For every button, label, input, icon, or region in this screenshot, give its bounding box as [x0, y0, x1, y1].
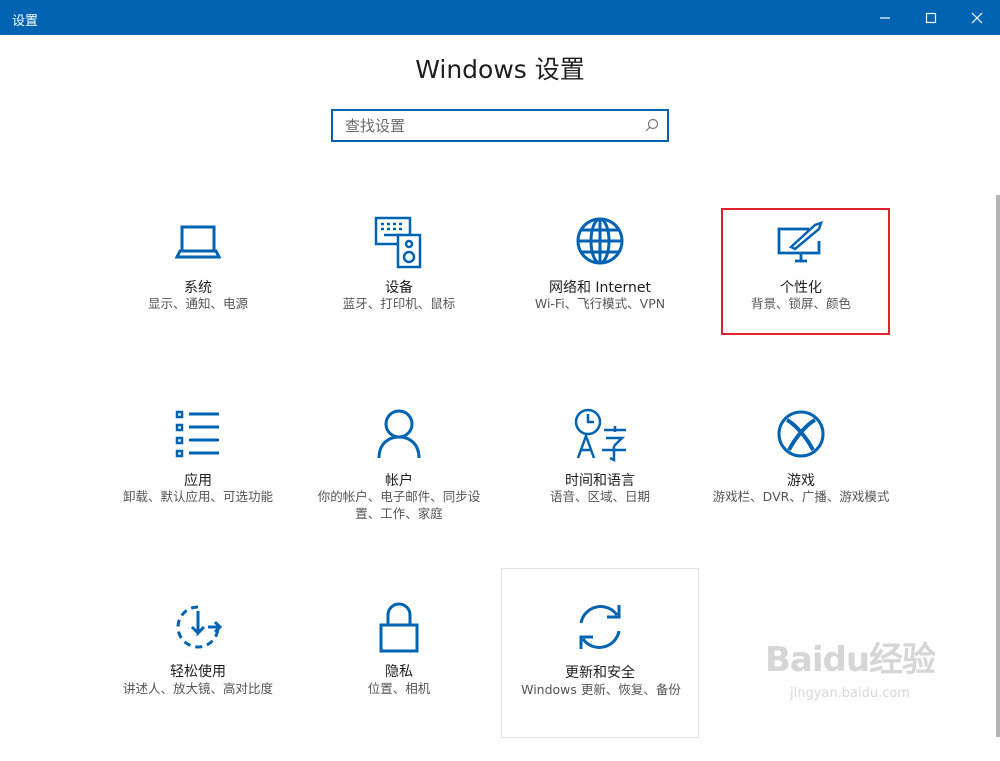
minimize-button[interactable]	[862, 0, 908, 35]
close-icon	[971, 12, 983, 23]
tile-description: 讲述人、放大镜、高对比度	[122, 681, 273, 696]
window-title: 设置	[12, 14, 39, 29]
search-icon[interactable]	[645, 118, 659, 132]
tile-label: 应用	[184, 473, 212, 489]
tile-label: 轻松使用	[170, 664, 226, 680]
tile-system[interactable]: 系统 显示、通知、电源	[99, 205, 297, 375]
search-input[interactable]	[343, 114, 637, 138]
laptop-icon	[174, 225, 222, 259]
tile-label: 网络和 Internet	[548, 280, 652, 296]
search-box[interactable]	[331, 109, 669, 142]
tile-label: 更新和安全	[565, 665, 635, 681]
xbox-icon	[777, 410, 825, 458]
tile-description: 蓝牙、打印机、鼠标	[342, 296, 456, 311]
tile-label: 系统	[184, 280, 212, 296]
tile-description: 位置、相机	[367, 681, 431, 696]
tile-label: 帐户	[385, 473, 413, 489]
sync-icon	[579, 605, 621, 649]
tile-personalization[interactable]: 个性化 背景、锁屏、颜色	[702, 205, 900, 375]
title-bar: 设置	[0, 0, 1000, 35]
watermark: Baidu经验 jingyan.baidu.com	[760, 632, 950, 717]
tile-update-security[interactable]: 更新和安全 Windows 更新、恢复、备份	[501, 568, 699, 738]
scrollbar[interactable]	[996, 195, 1000, 737]
tile-description: Windows 更新、恢复、备份	[521, 682, 681, 697]
tile-label: 设备	[385, 280, 413, 296]
devices-icon	[374, 216, 422, 269]
person-icon	[377, 409, 421, 459]
apps-list-icon	[175, 410, 219, 458]
time-language-icon	[574, 408, 626, 462]
lock-icon	[379, 602, 419, 653]
page-title: Windows 设置	[415, 55, 585, 84]
tile-description: 你的帐户、电子邮件、同步设置、工作、家庭	[317, 489, 481, 521]
globe-icon	[576, 217, 624, 265]
tile-network[interactable]: 网络和 Internet Wi-Fi、飞行模式、VPN	[501, 205, 699, 375]
tile-label: 游戏	[787, 473, 815, 489]
tile-accounts[interactable]: 帐户 你的帐户、电子邮件、同步设置、工作、家庭	[300, 398, 498, 568]
tile-description: 卸载、默认应用、可选功能	[122, 489, 273, 504]
maximize-icon	[925, 12, 937, 23]
tile-ease-of-access[interactable]: 轻松使用 讲述人、放大镜、高对比度	[99, 591, 297, 761]
tile-privacy[interactable]: 隐私 位置、相机	[300, 591, 498, 761]
watermark-url: jingyan.baidu.com	[790, 686, 910, 701]
tile-gaming[interactable]: 游戏 游戏栏、DVR、广播、游戏模式	[702, 398, 900, 568]
tile-devices[interactable]: 设备 蓝牙、打印机、鼠标	[300, 205, 498, 375]
ease-of-access-icon	[176, 605, 223, 649]
tile-description: 游戏栏、DVR、广播、游戏模式	[712, 489, 890, 504]
tile-apps[interactable]: 应用 卸载、默认应用、可选功能	[99, 398, 297, 568]
minimize-icon	[880, 16, 890, 19]
tile-description: 语音、区域、日期	[549, 489, 650, 504]
tile-label: 个性化	[780, 280, 822, 296]
tile-description: 背景、锁屏、颜色	[750, 296, 851, 311]
window-controls	[862, 0, 1000, 35]
tile-label: 时间和语言	[565, 473, 635, 489]
maximize-button[interactable]	[908, 0, 954, 35]
watermark-brand: Baidu经验	[765, 640, 936, 680]
tile-description: 显示、通知、电源	[147, 296, 248, 311]
close-button[interactable]	[954, 0, 1000, 35]
tile-description: Wi-Fi、飞行模式、VPN	[534, 296, 666, 311]
personalization-icon	[777, 221, 823, 263]
tile-time-language[interactable]: 时间和语言 语音、区域、日期	[501, 398, 699, 568]
tile-label: 隐私	[385, 664, 413, 680]
